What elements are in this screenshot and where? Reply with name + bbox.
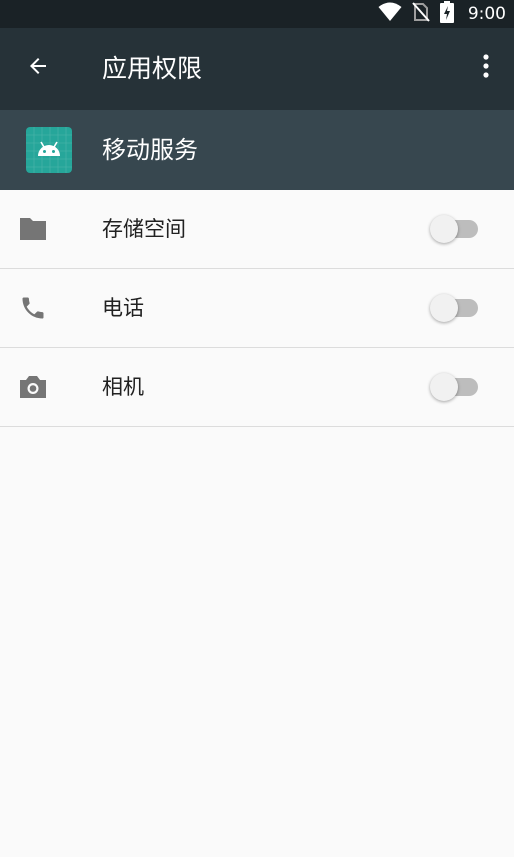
camera-toggle[interactable] bbox=[430, 373, 480, 401]
status-icons: 9:00 bbox=[378, 0, 506, 28]
status-time: 9:00 bbox=[467, 4, 506, 24]
page-title: 应用权限 bbox=[102, 54, 203, 83]
toggle-thumb bbox=[430, 215, 458, 243]
phone-icon bbox=[16, 291, 50, 325]
toggle-thumb bbox=[430, 294, 458, 322]
folder-icon bbox=[16, 212, 50, 246]
toggle-thumb bbox=[430, 373, 458, 401]
app-header: 移动服务 bbox=[0, 110, 514, 190]
permission-label: 存储空间 bbox=[102, 217, 186, 241]
overflow-menu-button[interactable] bbox=[466, 44, 506, 92]
status-bar: 9:00 bbox=[0, 0, 514, 28]
wifi-icon bbox=[378, 2, 402, 26]
permission-row-storage[interactable]: 存储空间 bbox=[0, 190, 514, 269]
app-name: 移动服务 bbox=[102, 136, 198, 164]
android-icon bbox=[26, 127, 72, 173]
app-bar: 应用权限 bbox=[0, 28, 514, 110]
permission-row-camera[interactable]: 相机 bbox=[0, 348, 514, 427]
permission-label: 相机 bbox=[102, 375, 144, 399]
permission-list: 存储空间 电话 相机 bbox=[0, 190, 514, 427]
storage-toggle[interactable] bbox=[430, 215, 480, 243]
no-sim-icon bbox=[412, 2, 430, 26]
battery-charging-icon bbox=[439, 1, 454, 27]
more-vert-icon bbox=[482, 53, 490, 83]
permission-label: 电话 bbox=[102, 296, 144, 320]
back-button[interactable] bbox=[14, 44, 62, 92]
camera-icon bbox=[16, 370, 50, 404]
phone-toggle[interactable] bbox=[430, 294, 480, 322]
permission-row-phone[interactable]: 电话 bbox=[0, 269, 514, 348]
arrow-back-icon bbox=[26, 54, 50, 82]
